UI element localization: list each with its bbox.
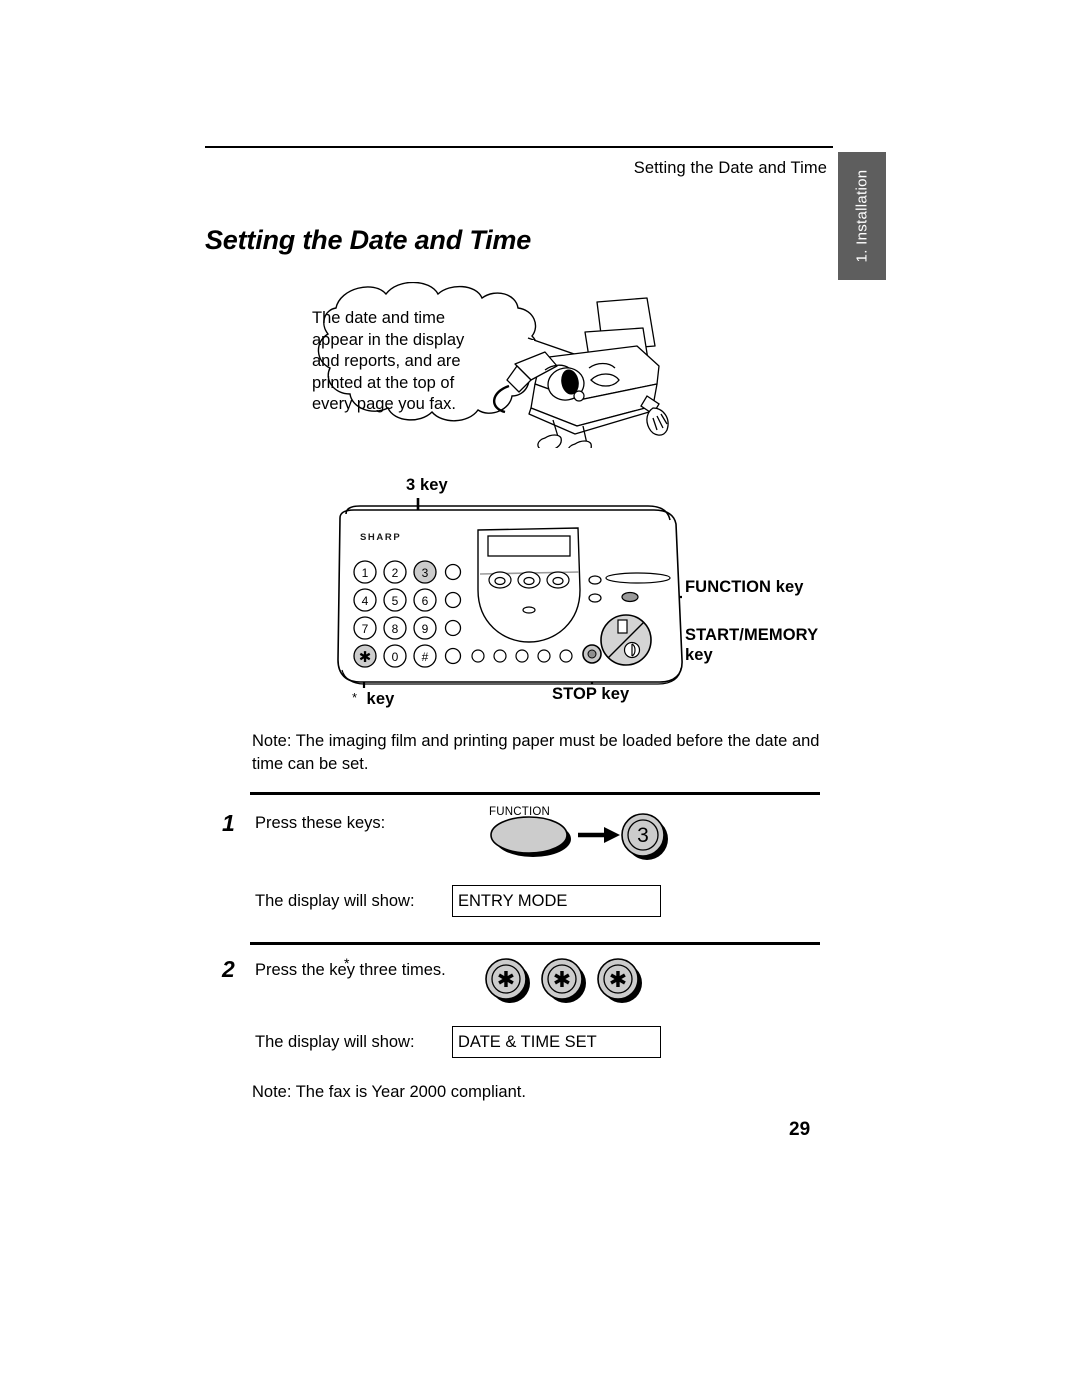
callout-start-memory-key: START/MEMORY key	[685, 625, 818, 665]
step-2-key-graphics: ✱ ✱ ✱	[485, 958, 642, 1003]
callout-3-key: 3 key	[406, 476, 448, 494]
svg-text:7: 7	[362, 622, 369, 636]
step-2-star-symbol: *	[344, 955, 350, 971]
page-number: 29	[789, 1119, 811, 1140]
svg-text:✱: ✱	[609, 967, 627, 992]
callout-start-memory-line2: key	[685, 646, 713, 664]
running-head: Setting the Date and Time	[633, 159, 827, 177]
page-title: Setting the Date and Time	[205, 225, 532, 255]
step-number-1: 1	[222, 810, 235, 836]
star-key-graphic-1: ✱	[485, 958, 530, 1003]
note-film-paper: Note: The imaging film and printing pape…	[252, 732, 820, 773]
step-1-display-value: ENTRY MODE	[452, 885, 661, 917]
svg-text:3: 3	[422, 566, 429, 580]
callout-stop-key: STOP key	[552, 685, 630, 703]
svg-text:8: 8	[392, 622, 399, 636]
step-1-display-label: The display will show:	[255, 892, 415, 910]
step-number-2: 2	[222, 956, 235, 982]
speech-bubble-text: The date and time appear in the display …	[312, 309, 465, 413]
svg-text:1: 1	[362, 566, 369, 580]
star-key-graphic-3: ✱	[597, 958, 642, 1003]
step-2-display-label: The display will show:	[255, 1033, 415, 1051]
header-rule	[205, 146, 833, 148]
svg-text:5: 5	[392, 594, 399, 608]
arrow-icon	[578, 827, 620, 843]
svg-text:6: 6	[422, 594, 429, 608]
callout-star-key-text: key	[366, 690, 395, 708]
star-symbol: *	[352, 690, 358, 705]
svg-text:✱: ✱	[553, 967, 571, 992]
star-key-graphic-2: ✱	[541, 958, 586, 1003]
callout-star-key: * key	[352, 688, 394, 709]
svg-text:SHARP: SHARP	[360, 532, 401, 543]
function-key-graphic	[490, 816, 568, 854]
svg-text:9: 9	[422, 622, 429, 636]
callout-function-key: FUNCTION key	[685, 578, 804, 596]
note-y2k: Note: The fax is Year 2000 compliant.	[252, 1083, 526, 1101]
chapter-tab-label: 1. Installation	[853, 169, 871, 263]
svg-text:0: 0	[392, 650, 399, 664]
svg-text:✱: ✱	[497, 967, 515, 992]
control-panel-diagram: SHARP 1 2 3 4 5 6 7 8 9 ✱ 0 # 3 key * ke…	[330, 470, 875, 725]
callout-start-memory-line1: START/MEMORY	[685, 626, 819, 644]
step-1-instruction: Press these keys:	[255, 814, 386, 832]
chapter-tab: 1. Installation	[838, 152, 886, 280]
step-divider-1	[250, 792, 820, 795]
step-2-instruction: Press the key three times.	[255, 961, 446, 979]
fax-machine-mascot-illustration	[493, 297, 669, 448]
svg-text:4: 4	[362, 594, 369, 608]
svg-text:3: 3	[637, 824, 649, 847]
svg-text:2: 2	[392, 566, 399, 580]
step-divider-2	[250, 942, 820, 945]
svg-text:✱: ✱	[359, 649, 372, 666]
step-1-key-graphics: 3	[490, 813, 668, 860]
svg-text:#: #	[422, 650, 429, 664]
step-2-display-value: DATE & TIME SET	[452, 1026, 661, 1058]
